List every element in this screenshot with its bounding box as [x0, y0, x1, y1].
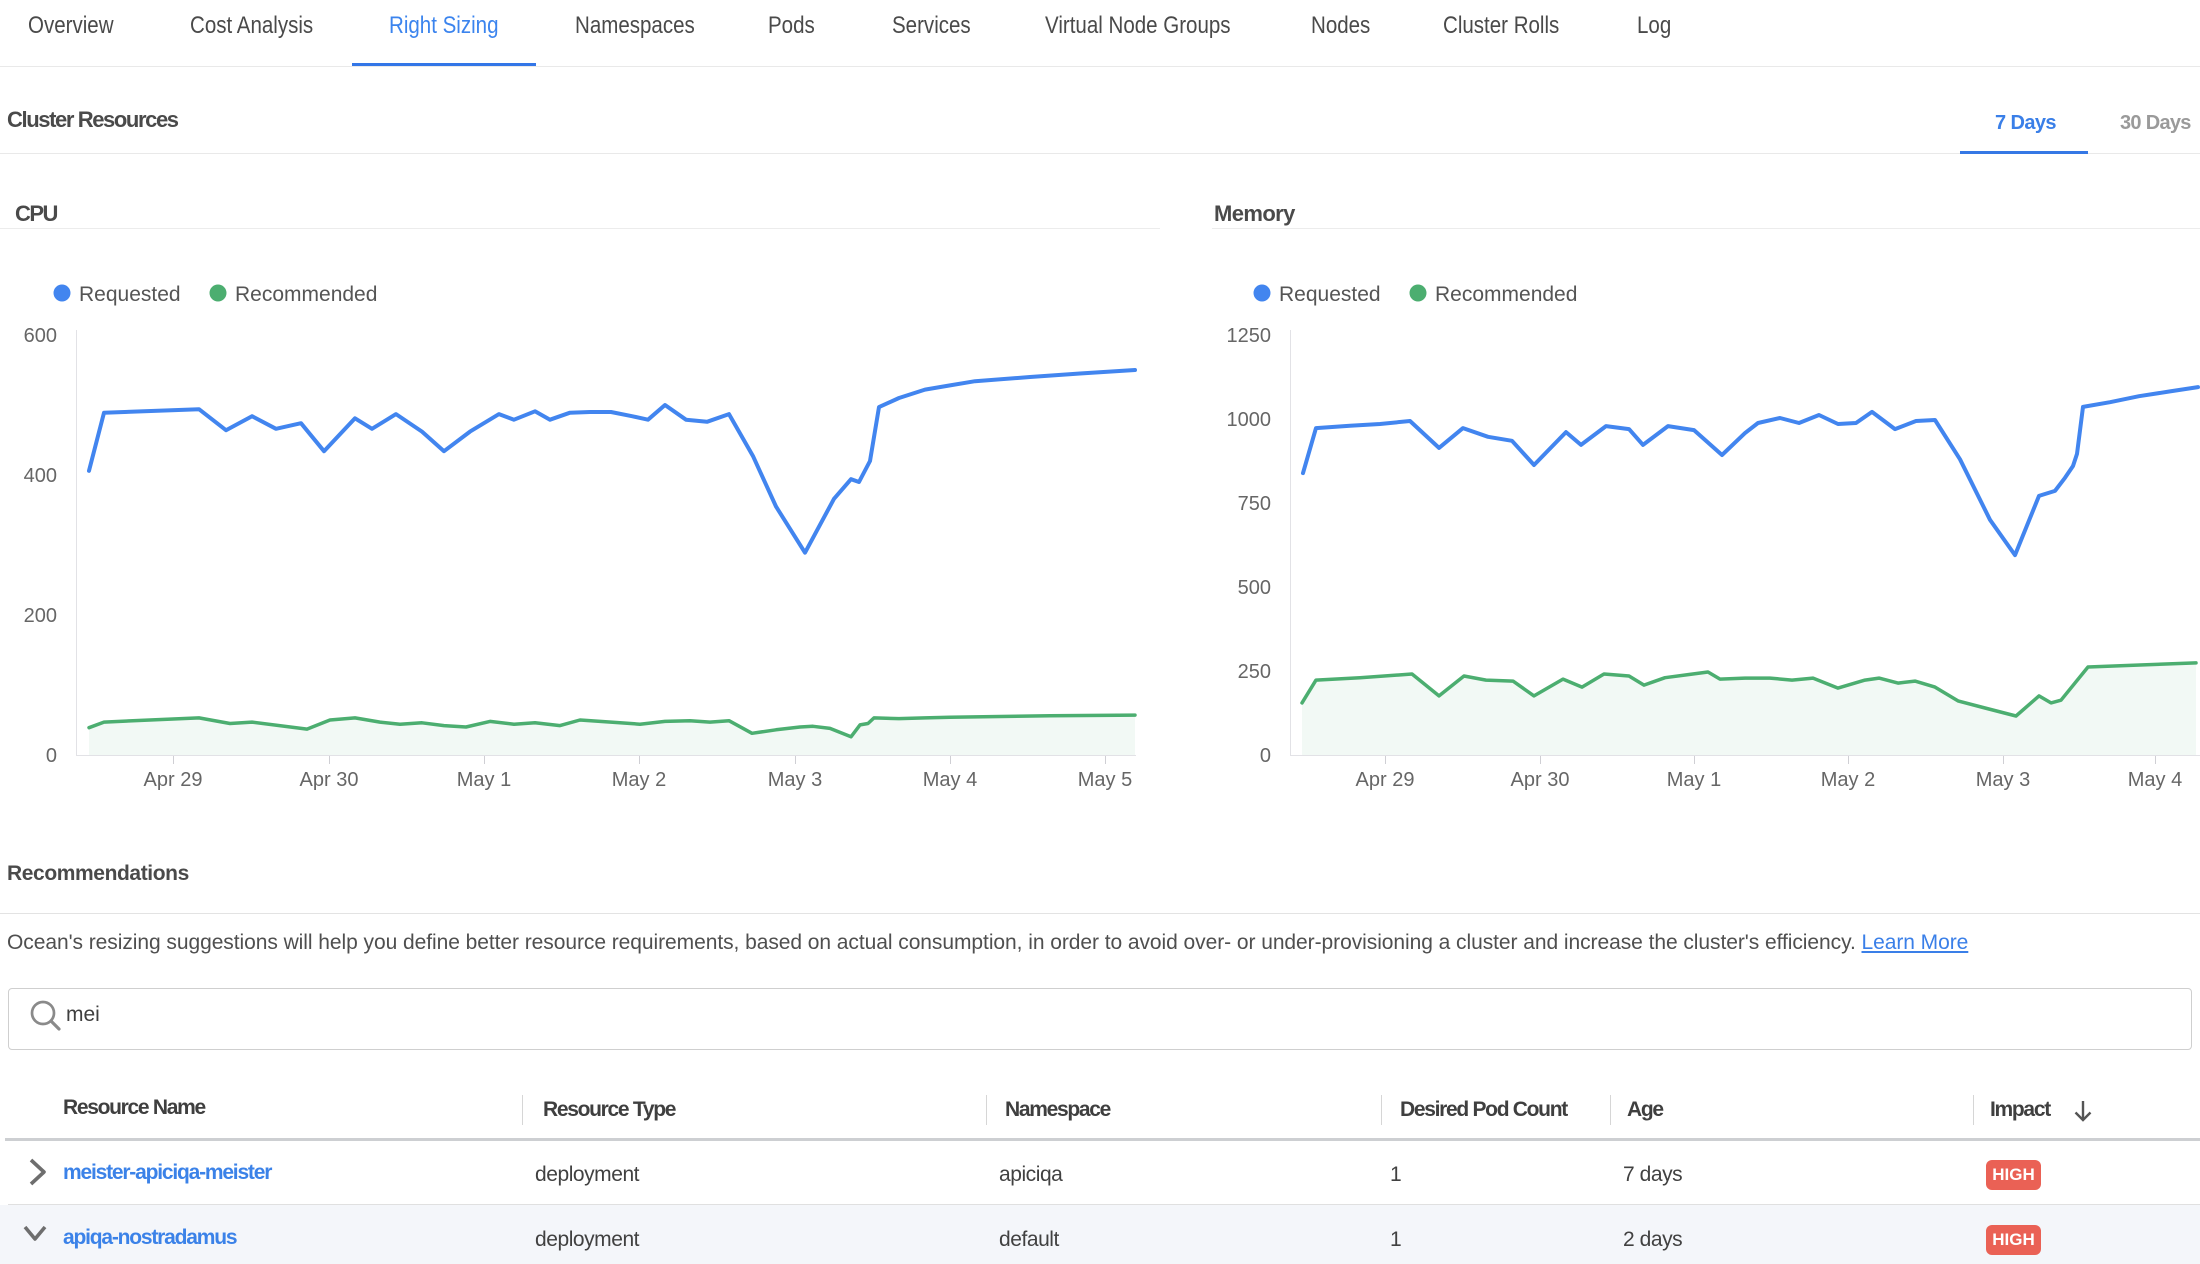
svg-text:500: 500 — [1238, 577, 1271, 599]
svg-text:200: 200 — [24, 605, 57, 627]
svg-text:May 1: May 1 — [1667, 769, 1721, 791]
svg-text:May 4: May 4 — [2128, 769, 2182, 791]
svg-text:1250: 1250 — [1227, 325, 1272, 347]
svg-text:0: 0 — [1260, 745, 1271, 767]
svg-text:May 2: May 2 — [612, 769, 666, 791]
svg-text:Apr 29: Apr 29 — [1356, 769, 1415, 791]
svg-text:400: 400 — [24, 465, 57, 487]
svg-text:May 5: May 5 — [1078, 769, 1132, 791]
svg-text:May 3: May 3 — [768, 769, 822, 791]
svg-text:Recommended: Recommended — [1435, 283, 1577, 306]
svg-text:Apr 30: Apr 30 — [1511, 769, 1570, 791]
svg-text:0: 0 — [46, 745, 57, 767]
svg-text:250: 250 — [1238, 661, 1271, 683]
svg-text:Requested: Requested — [79, 283, 181, 306]
svg-text:May 1: May 1 — [457, 769, 511, 791]
svg-text:Recommended: Recommended — [235, 283, 377, 306]
svg-text:600: 600 — [24, 325, 57, 347]
svg-text:1000: 1000 — [1227, 409, 1272, 431]
svg-text:May 2: May 2 — [1821, 769, 1875, 791]
svg-text:750: 750 — [1238, 493, 1271, 515]
svg-text:May 3: May 3 — [1976, 769, 2030, 791]
svg-text:Apr 29: Apr 29 — [144, 769, 203, 791]
svg-text:Requested: Requested — [1279, 283, 1381, 306]
svg-text:Apr 30: Apr 30 — [300, 769, 359, 791]
svg-text:May 4: May 4 — [923, 769, 977, 791]
